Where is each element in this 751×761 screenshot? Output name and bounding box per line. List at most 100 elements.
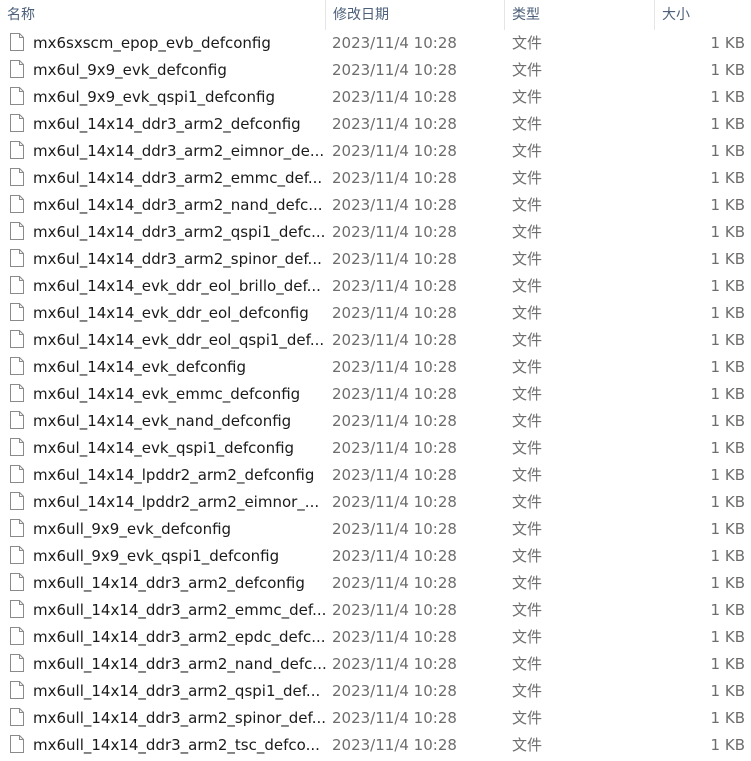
file-date-modified: 2023/11/4 10:28 [332, 304, 457, 322]
file-date-modified: 2023/11/4 10:28 [332, 466, 457, 484]
file-name: mx6ull_14x14_ddr3_arm2_qspi1_def... [33, 682, 321, 700]
file-size: 1 KB [710, 682, 745, 700]
file-name: mx6ul_14x14_ddr3_arm2_defconfig [33, 115, 301, 133]
file-name: mx6ull_14x14_ddr3_arm2_emmc_def... [33, 601, 327, 619]
document-icon [10, 195, 24, 213]
document-icon [10, 681, 24, 699]
file-size: 1 KB [710, 358, 745, 376]
file-name: mx6ull_14x14_ddr3_arm2_tsc_defco... [33, 736, 320, 754]
document-icon [10, 141, 24, 159]
file-row[interactable]: mx6ull_14x14_ddr3_arm2_spinor_def... 202… [0, 705, 751, 732]
file-type: 文件 [512, 628, 543, 646]
file-type: 文件 [512, 142, 543, 160]
file-row[interactable]: mx6ul_14x14_evk_emmc_defconfig 2023/11/4… [0, 381, 751, 408]
file-row[interactable]: mx6ul_14x14_ddr3_arm2_nand_defc... 2023/… [0, 192, 751, 219]
document-icon [10, 168, 24, 186]
file-row[interactable]: mx6ul_14x14_ddr3_arm2_emmc_def... 2023/1… [0, 165, 751, 192]
document-icon [10, 303, 24, 321]
sort-ascending-icon: ^ [156, 0, 164, 5]
file-date-modified: 2023/11/4 10:28 [332, 412, 457, 430]
document-icon [10, 492, 24, 510]
file-date-modified: 2023/11/4 10:28 [332, 88, 457, 106]
file-name: mx6ul_14x14_evk_ddr_eol_defconfig [33, 304, 309, 322]
file-row[interactable]: mx6ul_14x14_ddr3_arm2_eimnor_de... 2023/… [0, 138, 751, 165]
file-type: 文件 [512, 250, 543, 268]
file-size: 1 KB [710, 61, 745, 79]
file-row[interactable]: mx6ull_9x9_evk_defconfig 2023/11/4 10:28… [0, 516, 751, 543]
file-name: mx6ul_14x14_evk_emmc_defconfig [33, 385, 301, 403]
file-name: mx6ul_14x14_evk_ddr_eol_brillo_def... [33, 277, 321, 295]
file-row[interactable]: mx6ul_14x14_evk_defconfig 2023/11/4 10:2… [0, 354, 751, 381]
file-date-modified: 2023/11/4 10:28 [332, 358, 457, 376]
file-type: 文件 [512, 412, 543, 430]
file-name: mx6ul_14x14_ddr3_arm2_emmc_def... [33, 169, 323, 187]
column-header-date-modified[interactable]: 修改日期 [333, 0, 389, 30]
file-date-modified: 2023/11/4 10:28 [332, 547, 457, 565]
file-type: 文件 [512, 601, 543, 619]
file-type: 文件 [512, 655, 543, 673]
file-row[interactable]: mx6sxscm_epop_evb_defconfig 2023/11/4 10… [0, 30, 751, 57]
file-date-modified: 2023/11/4 10:28 [332, 493, 457, 511]
document-icon [10, 438, 24, 456]
document-icon [10, 546, 24, 564]
file-row[interactable]: mx6ull_14x14_ddr3_arm2_defconfig 2023/11… [0, 570, 751, 597]
file-date-modified: 2023/11/4 10:28 [332, 142, 457, 160]
file-row[interactable]: mx6ul_14x14_evk_qspi1_defconfig 2023/11/… [0, 435, 751, 462]
file-name: mx6ul_14x14_ddr3_arm2_eimnor_de... [33, 142, 325, 160]
document-icon [10, 411, 24, 429]
file-date-modified: 2023/11/4 10:28 [332, 709, 457, 727]
document-icon [10, 330, 24, 348]
file-row[interactable]: mx6ull_14x14_ddr3_arm2_emmc_def... 2023/… [0, 597, 751, 624]
file-type: 文件 [512, 304, 543, 322]
file-row[interactable]: mx6ul_9x9_evk_qspi1_defconfig 2023/11/4 … [0, 84, 751, 111]
file-size: 1 KB [710, 250, 745, 268]
file-size: 1 KB [710, 88, 745, 106]
file-date-modified: 2023/11/4 10:28 [332, 628, 457, 646]
document-icon [10, 573, 24, 591]
file-type: 文件 [512, 682, 543, 700]
file-row[interactable]: mx6ul_14x14_ddr3_arm2_defconfig 2023/11/… [0, 111, 751, 138]
document-icon [10, 627, 24, 645]
column-divider[interactable] [504, 0, 505, 30]
file-row[interactable]: mx6ul_14x14_ddr3_arm2_spinor_def... 2023… [0, 246, 751, 273]
file-type: 文件 [512, 574, 543, 592]
file-size: 1 KB [710, 655, 745, 673]
file-type: 文件 [512, 61, 543, 79]
document-icon [10, 357, 24, 375]
document-icon [10, 708, 24, 726]
file-name: mx6ull_9x9_evk_defconfig [33, 520, 232, 538]
file-type: 文件 [512, 547, 543, 565]
file-row[interactable]: mx6ul_14x14_lpddr2_arm2_eimnor_... 2023/… [0, 489, 751, 516]
file-row[interactable]: mx6ul_14x14_evk_nand_defconfig 2023/11/4… [0, 408, 751, 435]
column-divider[interactable] [325, 0, 326, 30]
column-header-size[interactable]: 大小 [662, 0, 690, 30]
file-date-modified: 2023/11/4 10:28 [332, 34, 457, 52]
file-row[interactable]: mx6ul_14x14_evk_ddr_eol_defconfig 2023/1… [0, 300, 751, 327]
file-date-modified: 2023/11/4 10:28 [332, 520, 457, 538]
file-row[interactable]: mx6ull_14x14_ddr3_arm2_nand_defc... 2023… [0, 651, 751, 678]
file-row[interactable]: mx6ul_14x14_evk_ddr_eol_qspi1_def... 202… [0, 327, 751, 354]
file-date-modified: 2023/11/4 10:28 [332, 61, 457, 79]
file-row[interactable]: mx6ul_14x14_evk_ddr_eol_brillo_def... 20… [0, 273, 751, 300]
file-row[interactable]: mx6ull_14x14_ddr3_arm2_tsc_defco... 2023… [0, 732, 751, 759]
file-name: mx6ul_9x9_evk_defconfig [33, 61, 227, 79]
file-row[interactable]: mx6ull_9x9_evk_qspi1_defconfig 2023/11/4… [0, 543, 751, 570]
file-date-modified: 2023/11/4 10:28 [332, 439, 457, 457]
file-row[interactable]: mx6ull_14x14_ddr3_arm2_qspi1_def... 2023… [0, 678, 751, 705]
column-header-name[interactable]: 名称 [7, 0, 35, 30]
file-name: mx6ul_14x14_evk_ddr_eol_qspi1_def... [33, 331, 325, 349]
column-divider[interactable] [654, 0, 655, 30]
document-icon [10, 222, 24, 240]
file-size: 1 KB [710, 574, 745, 592]
file-size: 1 KB [710, 709, 745, 727]
file-type: 文件 [512, 520, 543, 538]
file-row[interactable]: mx6ull_14x14_ddr3_arm2_epdc_defc... 2023… [0, 624, 751, 651]
file-row[interactable]: mx6ul_14x14_lpddr2_arm2_defconfig 2023/1… [0, 462, 751, 489]
file-name: mx6ul_14x14_evk_defconfig [33, 358, 246, 376]
file-type: 文件 [512, 385, 543, 403]
column-header-type[interactable]: 类型 [512, 0, 540, 30]
file-size: 1 KB [710, 142, 745, 160]
file-row[interactable]: mx6ul_9x9_evk_defconfig 2023/11/4 10:28 … [0, 57, 751, 84]
file-type: 文件 [512, 439, 543, 457]
file-row[interactable]: mx6ul_14x14_ddr3_arm2_qspi1_defc... 2023… [0, 219, 751, 246]
